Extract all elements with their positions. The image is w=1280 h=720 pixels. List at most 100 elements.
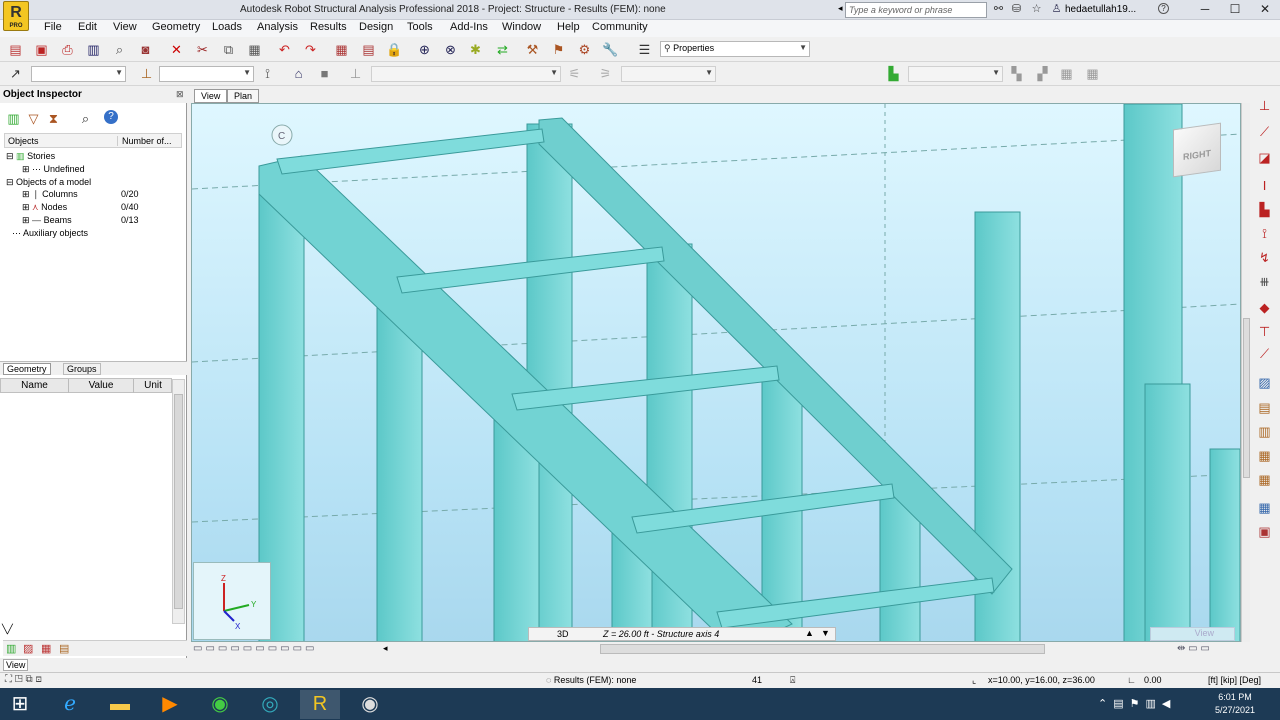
viewport-vscroll[interactable] [1241,103,1250,642]
user-name[interactable]: hedaetullah19... [1065,4,1136,15]
coord-icon[interactable]: ⌞ [972,675,976,686]
display-icon[interactable]: ✱ [467,41,484,58]
menu-design[interactable]: Design [359,21,393,33]
screen-capture-icon[interactable]: ◙ [137,41,154,58]
menu-analysis[interactable]: Analysis [257,21,298,33]
tree-item-objects-model[interactable]: ⊟ Objects of a model [6,177,91,188]
help-icon[interactable]: ? [104,110,118,124]
chrome-icon[interactable]: ◉ [200,690,240,719]
ie-icon[interactable]: ℯ [50,690,90,719]
prop-col-unit[interactable]: Unit [134,379,172,393]
tree-item-stories[interactable]: ⊟ ▥ Stories [6,151,55,162]
delete-icon[interactable]: ✕ [168,41,185,58]
bar-tool-icon[interactable]: ⟋ [1255,122,1274,141]
tree-item-beams[interactable]: ⊞ — Beams [22,215,72,226]
star-icon[interactable]: ☆ [1030,3,1043,16]
slab-icon[interactable]: ▤ [1255,398,1274,417]
search-dropdown-icon[interactable]: ◂ [838,3,843,14]
tab-view[interactable]: View [194,89,228,103]
i-section-icon[interactable]: I [1255,176,1274,195]
3d-viewport[interactable]: C [191,103,1241,642]
tab-groups[interactable]: Groups [63,363,101,375]
support-icon[interactable]: ⟟ [1255,224,1274,243]
close-button[interactable]: ✕ [1250,0,1280,19]
prop-col-name[interactable]: Name [1,379,69,393]
column[interactable] [1209,448,1240,642]
app-logo[interactable]: PRO R [3,1,29,31]
preview-icon[interactable]: ⌕ [111,41,128,58]
robot-taskbar-icon[interactable]: R [300,690,340,719]
binoculars-icon[interactable]: ⚯ [992,3,1005,16]
obs-icon[interactable]: ◉ [350,690,390,719]
new-project-icon[interactable]: ▤ [7,41,24,58]
tools-icon[interactable]: 🔧 [602,41,619,58]
menu-file[interactable]: File [44,21,62,33]
menu-geometry[interactable]: Geometry [152,21,200,33]
start-button[interactable]: ⊞ [0,690,40,719]
story-combo[interactable]: ▼ [908,66,1003,82]
menu-edit[interactable]: Edit [78,21,97,33]
tab-plan[interactable]: Plan [227,89,260,103]
bar-select-icon[interactable]: ⊥ [138,65,155,82]
case-icon[interactable]: ⟟ [259,65,276,82]
help-icon[interactable]: ? [1158,3,1169,14]
media-player-icon[interactable]: ▶ [150,690,190,719]
properties-combo[interactable]: ⚲ Properties ▼ [660,41,810,57]
bottom-tool-1-icon[interactable]: ▥ [6,642,16,655]
save-icon[interactable]: ▣ [33,41,50,58]
menu-view[interactable]: View [113,21,137,33]
view-mode[interactable]: 3D [557,629,569,639]
view-display-icons[interactable]: ▭▭▭▭▭▭▭▭▭▭ [193,643,317,654]
column[interactable] [1144,383,1191,642]
sections-icon[interactable]: ⇄ [494,41,511,58]
table-tool-icon[interactable]: ▦ [1255,498,1274,517]
tree-item-nodes[interactable]: ⊞ ⋏ Nodes [22,202,67,213]
props-scrollbar[interactable] [172,379,185,624]
search-icon[interactable]: ⌕ [77,110,94,127]
col-number[interactable]: Number of... [117,136,172,146]
clock[interactable]: 6:01 PM 5/27/2021 [1215,691,1255,717]
level-up-icon[interactable]: ▲ [805,628,814,638]
user-icon[interactable]: ♙ [1050,3,1063,16]
level-down-icon[interactable]: ▼ [821,628,830,638]
menu-tools[interactable]: Tools [407,21,433,33]
properties-icon[interactable]: ☰ [636,41,653,58]
tree-item-auxiliary[interactable]: ⋯ Auxiliary objects [12,228,88,239]
paste-icon[interactable]: ▦ [246,41,263,58]
tray-icons[interactable]: ⌃▤⚑▥◀ [1098,697,1176,710]
menu-help[interactable]: Help [557,21,580,33]
zoom-window-icon[interactable]: ⊗ [442,41,459,58]
tree-item-columns[interactable]: ⊞ ❘ Columns [22,189,78,200]
release-icon[interactable]: ↯ [1255,248,1274,267]
menu-window[interactable]: Window [502,21,541,33]
status-units[interactable]: [ft] [kip] [Deg] [1208,675,1261,685]
settings-icon[interactable]: ⚙ [576,41,593,58]
bottom-tool-4-icon[interactable]: ▤ [59,642,69,655]
node-selection-combo[interactable]: ▼ [31,66,126,82]
menu-addins[interactable]: Add-Ins [450,21,488,33]
copy-icon[interactable]: ⧉ [220,41,237,58]
zoom-icon[interactable]: ⊕ [416,41,433,58]
column[interactable] [376,298,423,642]
status-tools-icons[interactable]: ⛶ ◳ ⧉ ⊡ [5,674,42,685]
status-mode-icon[interactable]: ⍓ [790,675,795,686]
structure-view-icon[interactable]: ⌂ [290,65,307,82]
beam[interactable] [276,128,545,175]
offset-icon[interactable]: ⧻ [1255,272,1274,291]
node-tool-icon[interactable]: ⊥ [1255,96,1274,115]
openings-icon[interactable]: ▦ [1255,446,1274,465]
calculation-icon[interactable]: ▤ [360,41,377,58]
section-tool-icon[interactable]: ◪ [1255,148,1274,167]
bottom-tool-2-icon[interactable]: ▨ [23,642,33,655]
clear-filter-icon[interactable]: ⧗ [45,110,62,127]
undo-icon[interactable]: ↶ [276,41,293,58]
help-search-input[interactable]: Type a keyword or phrase [845,2,987,18]
lock-icon[interactable]: 🔒 [386,41,403,58]
scroll-left-icon[interactable]: ◂ [383,643,388,654]
subscription-icon[interactable]: ⛁ [1010,3,1023,16]
material-icon[interactable]: ▙ [1255,200,1274,219]
col-objects[interactable]: Objects [8,136,39,146]
panel-close-icon[interactable]: ⊠ [176,89,184,100]
viewport-hscroll[interactable] [600,644,1045,654]
edge-icon[interactable]: ◎ [250,690,290,719]
